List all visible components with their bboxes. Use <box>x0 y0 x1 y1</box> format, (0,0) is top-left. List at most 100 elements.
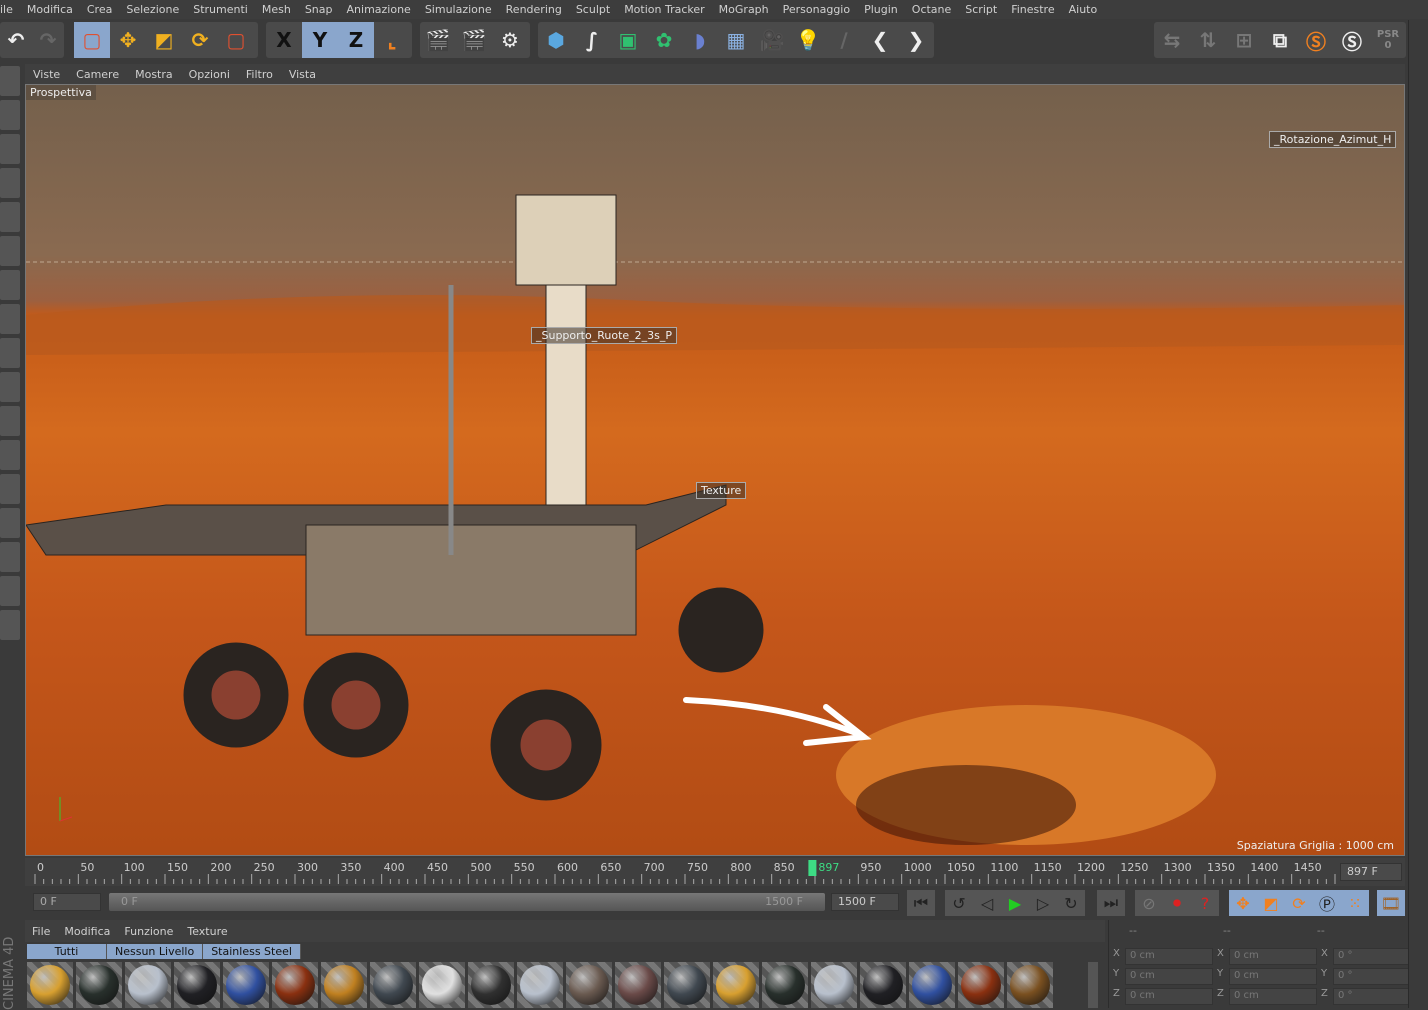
spline-icon[interactable]: ∫ <box>574 22 610 58</box>
workplane-mode-icon[interactable] <box>0 168 20 198</box>
paint-mode-icon[interactable] <box>0 474 20 504</box>
material-menu-item[interactable]: File <box>25 925 57 938</box>
play-button[interactable]: ▶ <box>1001 890 1029 916</box>
rotate-tool-button[interactable]: ⟳ <box>182 22 218 58</box>
axis-y-button[interactable]: Y <box>302 22 338 58</box>
current-frame-field[interactable]: 897 F <box>1340 863 1402 881</box>
viewport-menu-item[interactable]: Viste <box>25 68 68 81</box>
timeline-window-button[interactable]: 🎞 <box>1377 890 1405 916</box>
solo-mode-icon[interactable] <box>0 406 20 436</box>
brush-mode-icon[interactable] <box>0 610 20 640</box>
key-pla-button[interactable]: ⁙ <box>1341 890 1369 916</box>
coordinate-system-button[interactable]: ⌞ <box>374 22 410 58</box>
sculpt-brush-icon[interactable]: ∕ <box>826 22 862 58</box>
coord-pos-field[interactable]: 0 cm <box>1125 988 1213 1005</box>
model-mode-icon[interactable] <box>0 66 20 96</box>
menu-item[interactable]: Animazione <box>340 3 418 16</box>
go-to-start-button[interactable]: ⏮ <box>907 890 935 916</box>
scale-tool-button[interactable]: ◩ <box>146 22 182 58</box>
lock-workplane-icon[interactable] <box>0 542 20 572</box>
end-frame-field[interactable]: 1500 F <box>831 893 899 911</box>
coord-size-field[interactable]: 0 cm <box>1229 988 1317 1005</box>
menu-item[interactable]: Plugin <box>857 3 905 16</box>
material-swatch[interactable] <box>27 962 73 1008</box>
menu-item[interactable]: Simulazione <box>418 3 499 16</box>
render-view-icon[interactable]: 🎬 <box>420 22 456 58</box>
psr-button[interactable]: PSR 0 <box>1370 22 1406 58</box>
next-frame-button[interactable]: ▷ <box>1029 890 1057 916</box>
recent-tool-button[interactable]: ▢ <box>218 22 254 58</box>
menu-item[interactable]: Crea <box>80 3 119 16</box>
undo-button[interactable]: ↶ <box>0 22 32 58</box>
material-swatch[interactable] <box>664 962 710 1008</box>
render-picture-viewer-icon[interactable]: 🎬 <box>456 22 492 58</box>
menu-item[interactable]: Selezione <box>119 3 186 16</box>
previous-icon[interactable]: ❮ <box>862 22 898 58</box>
material-swatch[interactable] <box>174 962 220 1008</box>
material-swatch[interactable] <box>76 962 122 1008</box>
material-swatch[interactable] <box>517 962 563 1008</box>
point-mode-icon[interactable] <box>0 202 20 232</box>
viewport-menu-item[interactable]: Mostra <box>127 68 181 81</box>
menu-item[interactable]: Modifica <box>20 3 80 16</box>
material-swatch[interactable] <box>615 962 661 1008</box>
coord-size-field[interactable]: 0 cm <box>1229 948 1317 965</box>
viewport-menu-item[interactable]: Filtro <box>238 68 281 81</box>
key-parameter-button[interactable]: Ⓟ <box>1313 890 1341 916</box>
next-icon[interactable]: ❯ <box>898 22 934 58</box>
material-tab[interactable]: Stainless Steel <box>203 944 301 959</box>
array-icon[interactable]: ✿ <box>646 22 682 58</box>
axis-z-button[interactable]: Z <box>338 22 374 58</box>
object-label-supporto[interactable]: _Supporto_Ruote_2_3s_P <box>531 327 678 344</box>
previous-frame-button[interactable]: ◁ <box>973 890 1001 916</box>
edge-mode-icon[interactable] <box>0 236 20 266</box>
material-swatch[interactable] <box>713 962 759 1008</box>
materials-scrollbar[interactable] <box>1088 962 1098 1008</box>
menu-item[interactable]: Snap <box>298 3 340 16</box>
nurbs-icon[interactable]: ▣ <box>610 22 646 58</box>
menu-item[interactable]: MoGraph <box>712 3 776 16</box>
axis-x-button[interactable]: X <box>266 22 302 58</box>
menu-item[interactable]: Script <box>958 3 1004 16</box>
coord-pos-field[interactable]: 0 cm <box>1125 968 1213 985</box>
solo-icon[interactable]: Ⓢ <box>1298 22 1334 58</box>
select-tool-button[interactable]: ▢ <box>74 22 110 58</box>
object-label-texture[interactable]: Texture <box>696 482 747 499</box>
viewport-menu-item[interactable]: Opzioni <box>181 68 238 81</box>
snap-icon[interactable]: ⇆ <box>1154 22 1190 58</box>
preview-range-slider[interactable]: 0 F 1500 F <box>109 893 825 911</box>
menu-item[interactable]: Sculpt <box>569 3 617 16</box>
render-settings-icon[interactable]: ⚙ <box>492 22 528 58</box>
material-menu-item[interactable]: Funzione <box>117 925 180 938</box>
floor-icon[interactable]: ▦ <box>718 22 754 58</box>
object-label-azimut[interactable]: _Rotazione_Azimut_H <box>1269 131 1397 148</box>
menu-item[interactable]: ile <box>0 3 20 16</box>
material-swatch[interactable] <box>468 962 514 1008</box>
sculpt-mode-icon[interactable] <box>0 508 20 538</box>
material-swatch[interactable] <box>909 962 955 1008</box>
material-tab[interactable]: Tutti <box>27 944 107 959</box>
start-frame-field[interactable]: 0 F <box>33 893 101 911</box>
viewport-perspective[interactable]: Prospettiva _Rotazione_Azimut_H _Support… <box>25 84 1405 856</box>
camera-icon[interactable]: 🎥 <box>754 22 790 58</box>
material-tab[interactable]: Nessun Livello <box>107 944 204 959</box>
coord-pos-field[interactable]: 0 cm <box>1125 948 1213 965</box>
workplane-icon[interactable]: ⊞ <box>1226 22 1262 58</box>
menu-item[interactable]: Motion Tracker <box>617 3 711 16</box>
menu-item[interactable]: Mesh <box>255 3 298 16</box>
enable-axis-icon[interactable] <box>0 304 20 334</box>
polygon-mode-icon[interactable] <box>0 270 20 300</box>
go-to-end-button[interactable]: ⏭ <box>1097 890 1125 916</box>
magnet-mode-icon[interactable] <box>0 440 20 470</box>
keyframe-selection-button[interactable]: ? <box>1191 890 1219 916</box>
material-swatch[interactable] <box>125 962 171 1008</box>
move-tool-button[interactable]: ✥ <box>110 22 146 58</box>
material-swatch[interactable] <box>566 962 612 1008</box>
menu-item[interactable]: Octane <box>905 3 959 16</box>
timeline-ruler[interactable]: 0 50 100 150 200 250 300 350 400 450 500 550 600 650 7… <box>25 858 1405 886</box>
solo-off-icon[interactable]: Ⓢ <box>1334 22 1370 58</box>
material-swatch[interactable] <box>811 962 857 1008</box>
cube-icon[interactable]: ⬢ <box>538 22 574 58</box>
menu-item[interactable]: Aiuto <box>1062 3 1105 16</box>
texture-mode-icon[interactable] <box>0 134 20 164</box>
